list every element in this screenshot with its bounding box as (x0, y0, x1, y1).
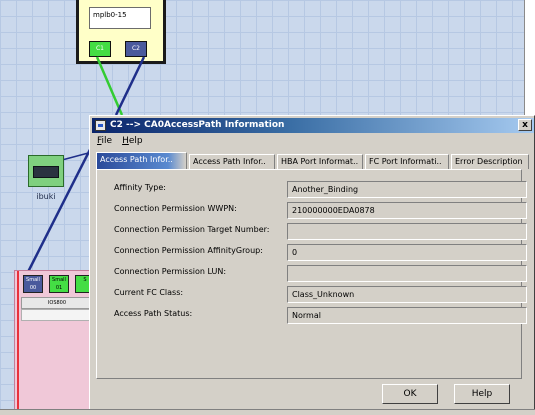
access-path-dialog: C2 --> CA0AccessPath Information x File … (89, 115, 535, 415)
tab-access-path-info-2[interactable]: Access Path Infor.. (189, 154, 275, 169)
menu-help[interactable]: Help (117, 134, 148, 148)
link-c2-path (114, 56, 146, 116)
server-node-icon[interactable] (28, 155, 64, 187)
tab-fc-port-info[interactable]: FC Port Informati.. (365, 154, 449, 169)
field-label: Access Path Status: (114, 309, 193, 318)
field-value: 0 (287, 244, 527, 261)
server-node-label: ibuki (36, 192, 56, 201)
storage-model-label: IOS800 (21, 297, 93, 309)
menu-file[interactable]: File (92, 134, 117, 148)
field-label: Affinity Type: (114, 183, 166, 192)
tab-error-description[interactable]: Error Description (451, 154, 529, 169)
field-row-affinity-type: Affinity Type: Another_Binding (97, 180, 527, 198)
field-label: Current FC Class: (114, 288, 184, 297)
field-row-lun: Connection Permission LUN: (97, 264, 527, 282)
dialog-title: C2 --> CA0AccessPath Information (110, 120, 285, 130)
field-label: Connection Permission AffinityGroup: (114, 246, 263, 255)
close-button[interactable]: x (518, 119, 532, 131)
field-value: Another_Binding (287, 181, 527, 198)
menu-bar: File Help (92, 134, 148, 148)
field-value: 210000000EDA0878 (287, 202, 527, 219)
field-row-fc-class: Current FC Class: Class_Unknown (97, 285, 527, 303)
help-button[interactable]: Help (454, 384, 510, 404)
field-row-affinity-group: Connection Permission AffinityGroup: 0 (97, 243, 527, 261)
field-row-target-number: Connection Permission Target Number: (97, 222, 527, 240)
field-row-status: Access Path Status: Normal (97, 306, 527, 324)
link-c1-path (95, 56, 124, 116)
tab-content-panel: Affinity Type: Another_Binding Connectio… (96, 169, 527, 379)
storage-node[interactable]: Small 00 Small 01 S IOS800 (14, 270, 95, 415)
dialog-titlebar[interactable]: C2 --> CA0AccessPath Information x (92, 118, 534, 133)
screen-bottom-bar (0, 409, 535, 415)
field-label: Connection Permission LUN: (114, 267, 227, 276)
field-label: Connection Permission WWPN: (114, 204, 237, 213)
field-value (287, 265, 527, 282)
ok-button[interactable]: OK (382, 384, 438, 404)
field-value (287, 223, 527, 240)
tab-access-path-info-1[interactable]: Access Path Infor.. (96, 152, 187, 170)
tab-hba-port-info[interactable]: HBA Port Informat.. (277, 154, 363, 169)
field-value: Class_Unknown (287, 286, 527, 303)
field-row-wwpn: Connection Permission WWPN: 210000000EDA… (97, 201, 527, 219)
field-label: Connection Permission Target Number: (114, 225, 270, 234)
storage-ca-port-00[interactable]: Small 00 (23, 275, 43, 293)
field-value: Normal (287, 307, 527, 324)
storage-ca-port-01[interactable]: Small 01 (49, 275, 69, 293)
app-icon (95, 120, 106, 131)
